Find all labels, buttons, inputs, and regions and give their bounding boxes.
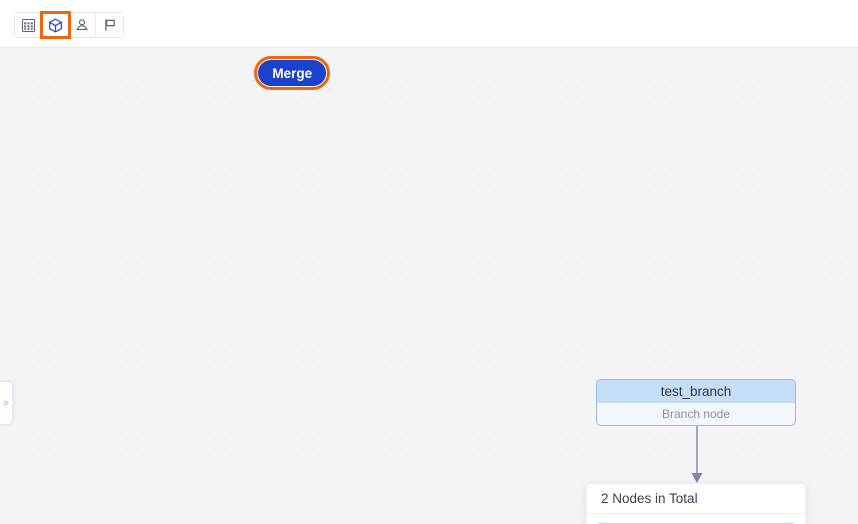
grid-view-icon (21, 18, 35, 32)
grid-view-icon-button[interactable] (15, 13, 42, 37)
nodes-total-list: (2) (587, 514, 805, 524)
cube-view-icon (48, 18, 63, 33)
lineage-canvas[interactable]: » test_branch Branch node 2 Nodes in Tot… (0, 48, 858, 524)
lineage-app: Cancel Downstream Analysis Merge Layer »… (0, 0, 858, 524)
node-connector-arrow (688, 426, 706, 486)
header-bar (0, 0, 858, 48)
nodes-total-panel: 2 Nodes in Total (2) (586, 483, 806, 524)
segment-merge[interactable]: Merge (254, 56, 331, 90)
cube-view-icon-button[interactable] (40, 11, 71, 39)
chevron-double-right-icon: » (2, 396, 10, 409)
graph-node-subtitle: Branch node (661, 407, 731, 421)
sidebar-collapse-handle[interactable]: » (0, 381, 13, 425)
graph-node-test-branch[interactable]: test_branch Branch node (596, 379, 796, 426)
flag-view-icon-button[interactable] (96, 13, 123, 37)
graph-node-title: test_branch (597, 380, 795, 403)
view-mode-icon-group (14, 11, 124, 39)
user-icon (75, 18, 89, 32)
nodes-total-header: 2 Nodes in Total (587, 484, 805, 514)
user-view-icon-button[interactable] (69, 13, 96, 37)
flag-icon (103, 18, 117, 32)
